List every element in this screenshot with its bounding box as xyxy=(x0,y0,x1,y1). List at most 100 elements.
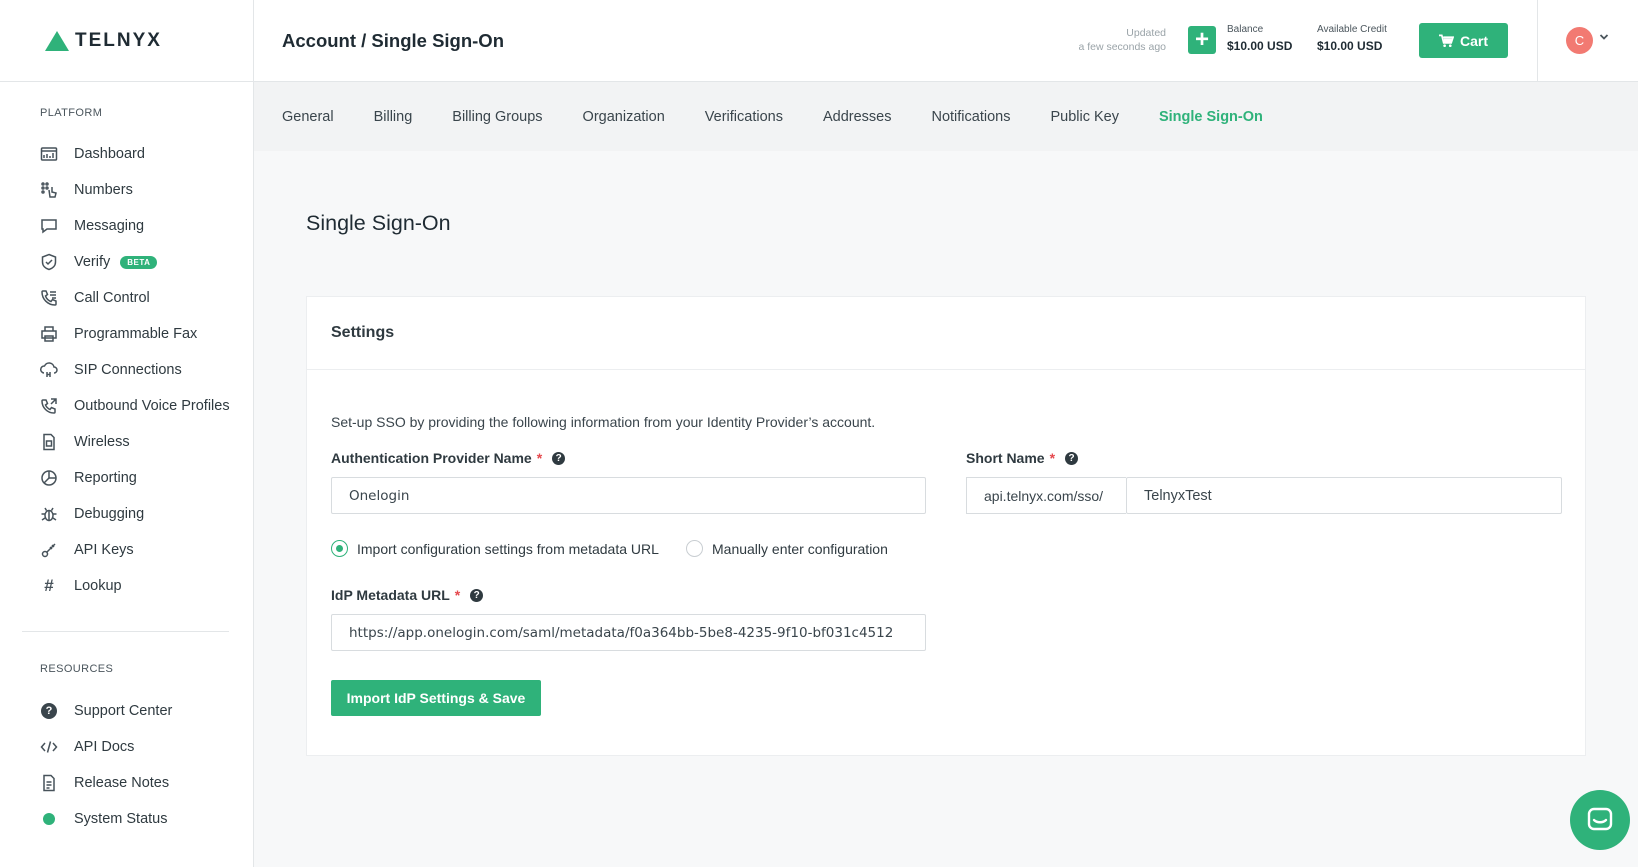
dashboard-icon xyxy=(40,145,58,163)
header-separator xyxy=(1537,0,1538,82)
updated-status: Updated a few seconds ago xyxy=(1044,26,1166,54)
auth-provider-input[interactable]: Onelogin xyxy=(331,477,926,514)
radio-manual-label: Manually enter configuration xyxy=(712,540,888,557)
radio-import-label: Import configuration settings from metad… xyxy=(357,540,659,557)
sidebar-item-wireless[interactable]: Wireless xyxy=(0,424,254,460)
tab-verifications[interactable]: Verifications xyxy=(705,109,783,125)
radio-selected-icon xyxy=(331,540,348,557)
telnyx-logo[interactable]: TELNYX xyxy=(0,0,253,82)
short-name-input[interactable]: TelnyxTest xyxy=(1126,477,1562,514)
tab-billing-groups[interactable]: Billing Groups xyxy=(452,109,542,125)
short-name-value: TelnyxTest xyxy=(1144,487,1212,504)
sidebar-item-label: Messaging xyxy=(74,218,145,234)
metadata-url-label: IdP Metadata URL * ? xyxy=(331,587,484,603)
updated-label: Updated xyxy=(1126,27,1166,39)
sip-icon xyxy=(40,361,58,379)
auth-provider-label-text: Authentication Provider Name xyxy=(331,450,532,466)
sidebar-item-debugging[interactable]: Debugging xyxy=(0,496,254,532)
help-icon[interactable]: ? xyxy=(1065,451,1079,465)
sidebar-item-sip-connections[interactable]: SIP Connections xyxy=(0,352,254,388)
sidebar-item-system-status[interactable]: System Status xyxy=(0,801,254,837)
debugging-icon xyxy=(40,505,58,523)
outbound-voice-icon xyxy=(40,397,58,415)
tab-public-key[interactable]: Public Key xyxy=(1050,109,1119,125)
help-icon: ? xyxy=(40,702,58,720)
telnyx-logo-icon xyxy=(45,30,69,51)
import-save-button[interactable]: Import IdP Settings & Save xyxy=(331,680,541,716)
add-funds-button[interactable]: + xyxy=(1188,26,1216,54)
sidebar-item-label: Outbound Voice Profiles xyxy=(74,398,230,414)
sidebar-item-label: Debugging xyxy=(74,506,145,522)
resources-heading: RESOURCES xyxy=(40,663,114,675)
cart-icon xyxy=(1438,34,1454,47)
sidebar-divider xyxy=(22,631,229,632)
sidebar-item-label: API Docs xyxy=(74,739,135,755)
main-content: Single Sign-On Settings Set-up SSO by pr… xyxy=(254,151,1638,867)
cart-button[interactable]: Cart xyxy=(1419,23,1508,58)
chevron-down-icon[interactable] xyxy=(1599,32,1609,42)
sidebar-item-programmable-fax[interactable]: Programmable Fax xyxy=(0,316,254,352)
radio-import-metadata[interactable]: Import configuration settings from metad… xyxy=(331,540,659,557)
sidebar-item-dashboard[interactable]: Dashboard xyxy=(0,136,254,172)
sidebar-item-verify[interactable]: Verify BETA xyxy=(0,244,254,280)
metadata-url-label-text: IdP Metadata URL xyxy=(331,587,450,603)
top-header: Account / Single Sign-On Updated a few s… xyxy=(254,0,1638,82)
sidebar-item-label: SIP Connections xyxy=(74,362,182,378)
document-icon xyxy=(40,774,58,792)
sidebar-item-label: Lookup xyxy=(74,578,122,594)
tab-single-sign-on[interactable]: Single Sign-On xyxy=(1159,109,1263,125)
tab-billing[interactable]: Billing xyxy=(374,109,413,125)
sidebar-item-messaging[interactable]: Messaging xyxy=(0,208,254,244)
sidebar-item-outbound-voice-profiles[interactable]: Outbound Voice Profiles xyxy=(0,388,254,424)
required-marker: * xyxy=(454,587,461,603)
chat-button[interactable] xyxy=(1570,790,1630,850)
sidebar-item-label: Programmable Fax xyxy=(74,326,198,342)
sidebar-item-api-docs[interactable]: API Docs xyxy=(0,729,254,765)
auth-provider-label: Authentication Provider Name * ? xyxy=(331,450,566,466)
fax-icon xyxy=(40,325,58,343)
settings-card: Settings Set-up SSO by providing the fol… xyxy=(306,296,1586,756)
sidebar-item-numbers[interactable]: Numbers xyxy=(0,172,254,208)
lookup-icon: # xyxy=(44,576,54,595)
chat-icon xyxy=(1587,807,1613,831)
verify-icon xyxy=(40,253,58,271)
required-marker: * xyxy=(536,450,543,466)
help-icon[interactable]: ? xyxy=(470,588,484,602)
avatar[interactable]: C xyxy=(1566,27,1593,54)
credit-value: $10.00 USD xyxy=(1317,39,1383,53)
sidebar-item-label: Dashboard xyxy=(74,146,145,162)
help-icon[interactable]: ? xyxy=(552,451,566,465)
tab-general[interactable]: General xyxy=(282,109,334,125)
metadata-url-input[interactable]: https://app.onelogin.com/saml/metadata/f… xyxy=(331,614,926,651)
updated-time: a few seconds ago xyxy=(1078,41,1166,53)
sidebar-item-label: Support Center xyxy=(74,703,173,719)
plus-icon: + xyxy=(1194,26,1209,53)
short-name-label-text: Short Name xyxy=(966,450,1045,466)
intro-text: Set-up SSO by providing the following in… xyxy=(331,414,876,430)
sidebar-item-reporting[interactable]: Reporting xyxy=(0,460,254,496)
sidebar-item-lookup[interactable]: # Lookup xyxy=(0,568,254,604)
sidebar-item-label: System Status xyxy=(74,811,168,827)
page-title: Account / Single Sign-On xyxy=(282,30,504,51)
tab-notifications[interactable]: Notifications xyxy=(931,109,1010,125)
sidebar-item-label: Call Control xyxy=(74,290,150,306)
api-keys-icon xyxy=(40,541,58,559)
sidebar-item-release-notes[interactable]: Release Notes xyxy=(0,765,254,801)
sidebar-item-support-center[interactable]: ? Support Center xyxy=(0,693,254,729)
status-dot-icon xyxy=(40,810,58,828)
account-tabs: General Billing Billing Groups Organizat… xyxy=(254,82,1638,151)
sidebar-item-call-control[interactable]: Call Control xyxy=(0,280,254,316)
tab-organization[interactable]: Organization xyxy=(583,109,665,125)
logo-text: TELNYX xyxy=(75,29,162,51)
sidebar-item-api-keys[interactable]: API Keys xyxy=(0,532,254,568)
numbers-icon xyxy=(40,181,58,199)
short-name-prefix: api.telnyx.com/sso/ xyxy=(966,477,1126,514)
section-title: Single Sign-On xyxy=(306,211,451,235)
code-icon xyxy=(40,738,58,756)
cart-label: Cart xyxy=(1459,32,1488,49)
radio-manual-config[interactable]: Manually enter configuration xyxy=(686,540,888,557)
required-marker: * xyxy=(1049,450,1056,466)
card-title: Settings xyxy=(307,297,1585,370)
tab-addresses[interactable]: Addresses xyxy=(823,109,892,125)
balance-stat: Balance $10.00 USD xyxy=(1227,24,1292,53)
